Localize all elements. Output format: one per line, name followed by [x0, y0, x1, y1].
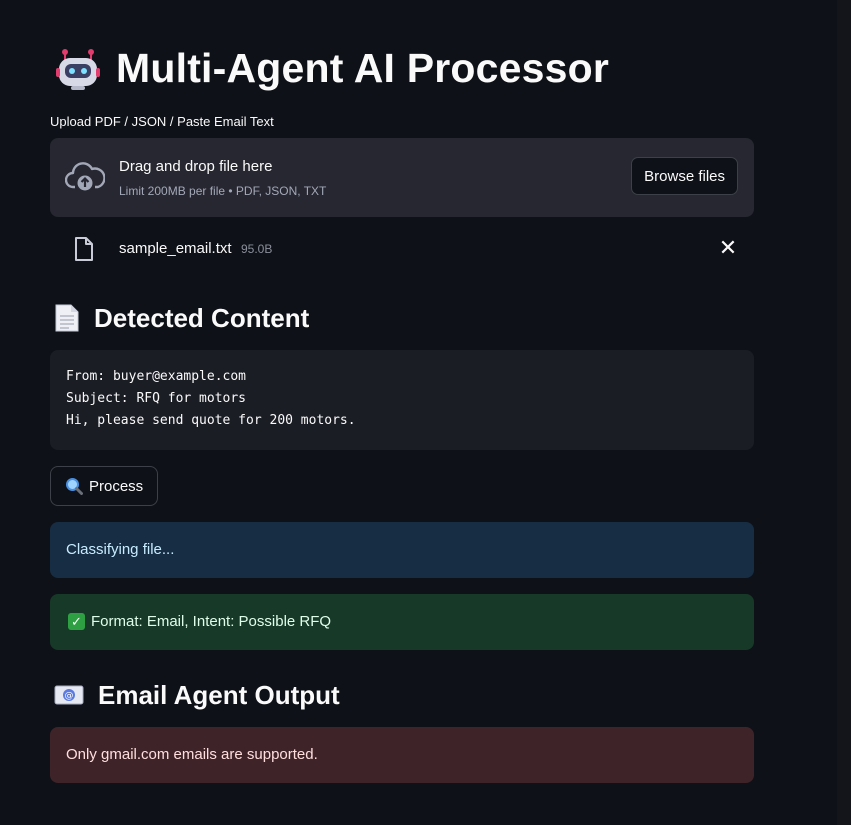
email-agent-heading: @ Email Agent Output: [54, 677, 340, 713]
document-icon: [55, 304, 79, 332]
success-alert: ✓ Format: Email, Intent: Possible RFQ: [50, 594, 754, 650]
dropzone-title: Drag and drop file here: [119, 158, 273, 175]
check-icon: ✓: [68, 613, 85, 630]
magnifier-icon: [66, 478, 83, 495]
robot-icon: [56, 49, 100, 90]
process-button[interactable]: Process: [50, 466, 159, 506]
code-line: Hi, please send quote for 200 motors.: [66, 413, 356, 428]
process-button-label: Process: [89, 477, 144, 495]
detected-content-title: Detected Content: [94, 302, 310, 333]
email-icon: @: [54, 685, 84, 705]
error-alert: Only gmail.com emails are supported.: [50, 727, 754, 783]
right-scroll-strip: [837, 0, 851, 825]
error-message: Only gmail.com emails are supported.: [66, 746, 318, 763]
detected-content-heading: Detected Content: [54, 300, 309, 336]
close-icon[interactable]: ✕: [718, 236, 738, 260]
browse-files-button[interactable]: Browse files: [631, 157, 738, 195]
success-message: Format: Email, Intent: Possible RFQ: [91, 613, 332, 630]
email-agent-title: Email Agent Output: [98, 679, 340, 710]
file-icon: [75, 237, 93, 261]
detected-content-code: From: buyer@example.com Subject: RFQ for…: [50, 350, 754, 450]
info-alert: Classifying file...: [50, 522, 754, 578]
upload-label: Upload PDF / JSON / Paste Email Text: [50, 114, 274, 129]
info-message: Classifying file...: [66, 541, 175, 558]
uploaded-file-row: sample_email.txt 95.0B ✕: [50, 232, 754, 266]
code-line: Subject: RFQ for motors: [66, 391, 247, 406]
dropzone-subtitle: Limit 200MB per file • PDF, JSON, TXT: [119, 184, 327, 198]
cloud-upload-icon: [65, 162, 105, 191]
file-name: sample_email.txt: [119, 240, 232, 257]
file-size: 95.0B: [241, 242, 273, 256]
svg-text:@: @: [65, 691, 74, 701]
page-header: Multi-Agent AI Processor: [54, 40, 609, 96]
page-title: Multi-Agent AI Processor: [116, 44, 610, 91]
file-dropzone[interactable]: Drag and drop file here Limit 200MB per …: [50, 138, 754, 217]
code-line: From: buyer@example.com: [66, 369, 247, 384]
